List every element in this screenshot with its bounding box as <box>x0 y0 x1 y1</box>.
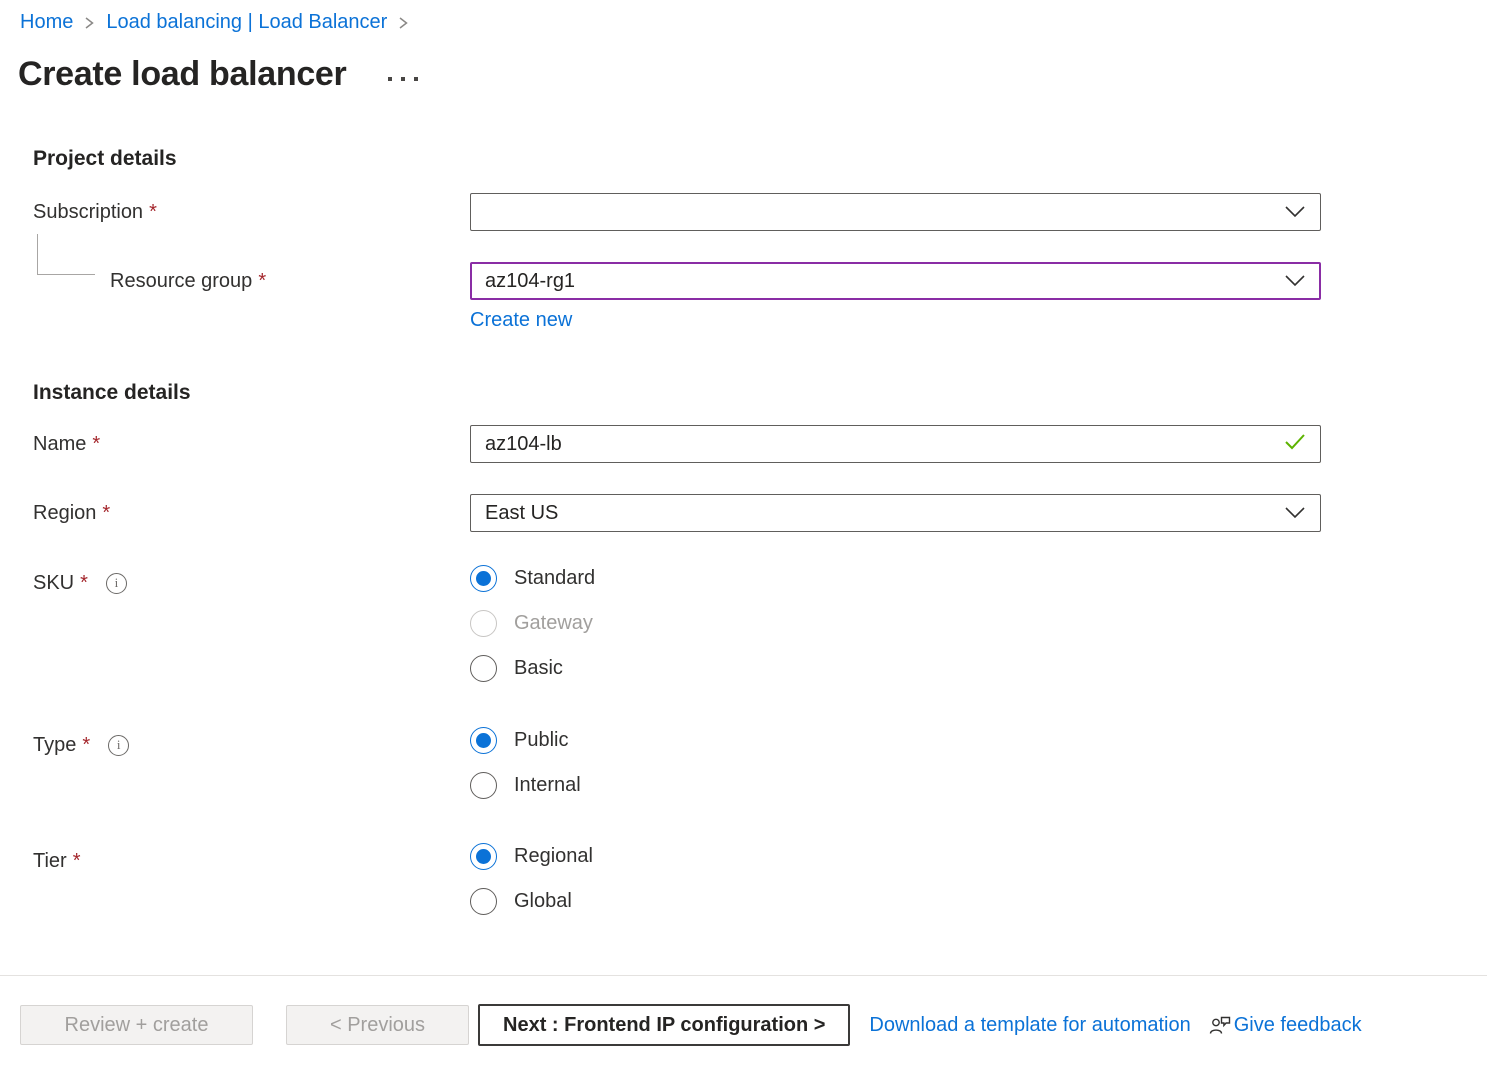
create-new-link[interactable]: Create new <box>470 309 572 332</box>
name-input[interactable] <box>485 433 1274 456</box>
name-row: Name * <box>0 425 1487 463</box>
type-radio-group: Public Internal <box>470 718 1321 808</box>
required-asterisk: * <box>149 200 157 224</box>
next-frontend-ip-button[interactable]: Next : Frontend IP configuration > <box>478 1004 850 1046</box>
sku-row: SKU * i Standard Gateway Basic <box>0 556 1487 691</box>
required-asterisk: * <box>258 269 266 293</box>
subscription-label: Subscription * <box>33 193 470 224</box>
instance-details-heading: Instance details <box>33 380 1487 406</box>
radio-button-icon <box>470 843 497 870</box>
resource-group-label: Resource group * <box>33 262 470 293</box>
breadcrumb-parent-link[interactable]: Load balancing | Load Balancer <box>106 11 387 34</box>
sku-option-basic[interactable]: Basic <box>470 646 1321 691</box>
page-title: Create load balancer <box>18 55 346 94</box>
required-asterisk: * <box>102 501 110 525</box>
tier-option-regional[interactable]: Regional <box>470 834 1321 879</box>
chevron-down-icon <box>1284 270 1306 293</box>
type-row: Type * i Public Internal <box>0 718 1487 808</box>
region-label: Region * <box>33 494 470 525</box>
chevron-right-icon <box>398 15 409 31</box>
region-dropdown[interactable]: East US <box>470 494 1321 532</box>
radio-button-icon <box>470 610 497 637</box>
sku-radio-group: Standard Gateway Basic <box>470 556 1321 691</box>
tier-row: Tier * Regional Global <box>0 834 1487 924</box>
required-asterisk: * <box>92 432 100 456</box>
page-header: Create load balancer <box>18 55 1487 94</box>
type-label: Type * i <box>33 718 470 757</box>
radio-button-icon <box>470 772 497 799</box>
resource-group-row: Resource group * az104-rg1 Create new <box>0 262 1487 332</box>
chevron-down-icon <box>1284 502 1306 525</box>
radio-button-icon <box>470 727 497 754</box>
child-field-connector <box>37 234 95 275</box>
resource-group-dropdown[interactable]: az104-rg1 <box>470 262 1321 300</box>
sku-option-gateway: Gateway <box>470 601 1321 646</box>
breadcrumb: Home Load balancing | Load Balancer <box>0 0 1487 34</box>
type-option-public[interactable]: Public <box>470 718 1321 763</box>
tier-label: Tier * <box>33 834 470 873</box>
subscription-row: Subscription * <box>0 193 1487 231</box>
required-asterisk: * <box>82 733 90 757</box>
breadcrumb-home-link[interactable]: Home <box>20 11 73 34</box>
tier-option-global[interactable]: Global <box>470 879 1321 924</box>
type-option-internal[interactable]: Internal <box>470 763 1321 808</box>
region-row: Region * East US <box>0 494 1487 532</box>
region-value: East US <box>485 502 558 525</box>
valid-checkmark-icon <box>1284 433 1306 456</box>
previous-button[interactable]: < Previous <box>286 1005 469 1045</box>
chevron-down-icon <box>1284 201 1306 224</box>
chevron-right-icon <box>84 15 95 31</box>
feedback-icon <box>1208 1013 1232 1037</box>
name-label: Name * <box>33 425 470 456</box>
sku-label: SKU * i <box>33 556 470 595</box>
info-icon[interactable]: i <box>106 573 127 594</box>
project-details-heading: Project details <box>33 146 1487 172</box>
tier-radio-group: Regional Global <box>470 834 1321 924</box>
name-field <box>470 425 1321 463</box>
info-icon[interactable]: i <box>108 735 129 756</box>
resource-group-value: az104-rg1 <box>485 270 575 293</box>
radio-button-icon <box>470 655 497 682</box>
review-create-button[interactable]: Review + create <box>20 1005 253 1045</box>
radio-button-icon <box>470 565 497 592</box>
more-menu-icon[interactable] <box>388 77 418 81</box>
sku-option-standard[interactable]: Standard <box>470 556 1321 601</box>
footer-action-bar: Review + create < Previous Next : Fronte… <box>0 975 1487 1074</box>
required-asterisk: * <box>73 849 81 873</box>
download-template-link[interactable]: Download a template for automation <box>869 1014 1190 1037</box>
required-asterisk: * <box>80 571 88 595</box>
give-feedback-link[interactable]: Give feedback <box>1208 1013 1362 1037</box>
subscription-dropdown[interactable] <box>470 193 1321 231</box>
radio-button-icon <box>470 888 497 915</box>
